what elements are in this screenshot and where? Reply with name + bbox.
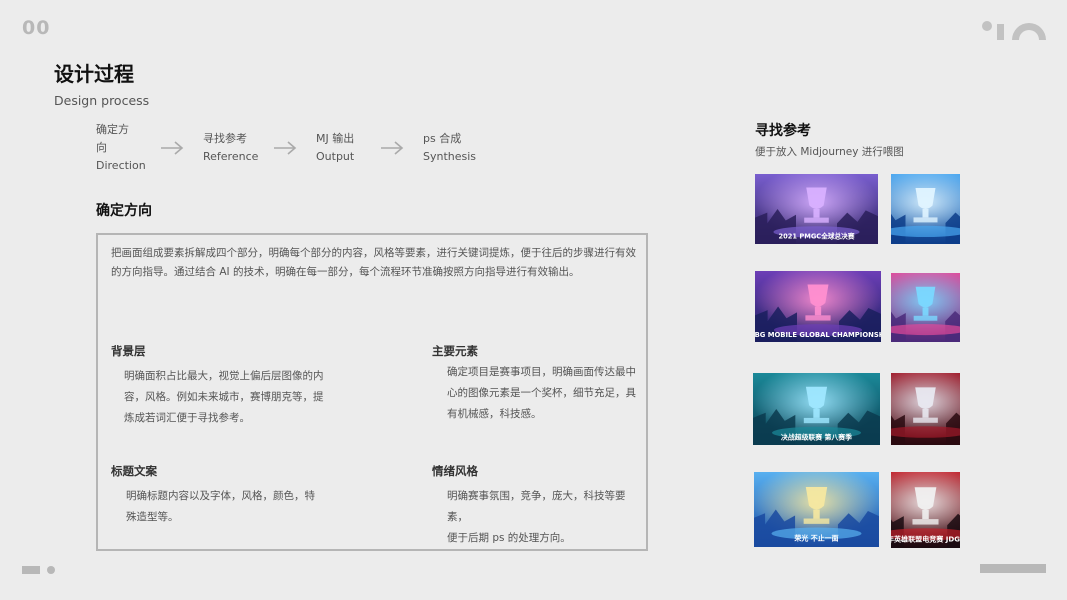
reference-image-1[interactable]: 2021 PMGC全球总决赛 — [755, 174, 878, 244]
reference-caption: 荣光 不止一面 — [793, 534, 838, 543]
reference-artwork: 荣光 不止一面 — [754, 472, 879, 547]
process-steps: 确定方向 Direction 寻找参考 Reference MJ 输出 Outp… — [96, 121, 476, 175]
reference-caption: 决战超级联赛 第八赛季 — [781, 433, 852, 442]
bottom-left-dot — [47, 566, 55, 574]
reference-artwork: 2023年英雄联盟电竞赛 JDG 总冠军 — [891, 472, 960, 548]
item-title-main-element: 主要元素 — [432, 344, 478, 358]
item-title-headline: 标题文案 — [111, 464, 157, 478]
reference-image-8[interactable]: 2023年英雄联盟电竞赛 JDG 总冠军 — [891, 472, 960, 548]
item-title-background: 背景层 — [111, 344, 146, 358]
reference-subtitle: 便于放入 Midjourney 进行喂图 — [755, 146, 904, 158]
reference-image-7[interactable]: 荣光 不止一面 — [754, 472, 879, 547]
reference-artwork — [891, 373, 960, 445]
item-text-mood: 明确赛事氛围，竞争，庞大，科技等要素， 便于后期 ps 的处理方向。 — [447, 490, 626, 544]
item-text-headline: 明确标题内容以及字体，风格，颜色，特 殊造型等。 — [126, 490, 315, 523]
step-output: MJ 输出 Output — [316, 132, 355, 163]
reference-artwork — [891, 273, 960, 342]
reference-image-6[interactable] — [891, 373, 960, 445]
reference-image-3[interactable]: PUBG MOBILE GLOBAL CHAMPIONSHIP — [755, 271, 881, 342]
step-direction: 确定方向 Direction — [96, 123, 146, 172]
bottom-right-decoration — [980, 564, 1046, 573]
reference-image-4[interactable] — [891, 273, 960, 342]
reference-artwork: 决战超级联赛 第八赛季 — [753, 373, 880, 445]
arrow-right-icon — [274, 141, 297, 155]
step-reference: 寻找参考 Reference — [203, 132, 259, 163]
direction-title: 确定方向 — [96, 203, 152, 219]
item-title-mood: 情绪风格 — [432, 464, 478, 478]
reference-artwork: PUBG MOBILE GLOBAL CHAMPIONSHIP — [755, 271, 881, 342]
reference-caption: PUBG MOBILE GLOBAL CHAMPIONSHIP — [755, 331, 881, 339]
page-subtitle: Design process — [54, 93, 150, 108]
reference-image-5[interactable]: 决战超级联赛 第八赛季 — [753, 373, 880, 445]
reference-artwork — [891, 174, 960, 244]
item-text-main-element: 确定项目是赛事项目，明确画面传达最中 心的图像元素是一个奖杯，细节充足，具 有机… — [447, 366, 636, 420]
arrow-right-icon — [161, 141, 184, 155]
item-text-background: 明确面积占比最大，视觉上偏后层图像的内 容，风格。例如未来城市，赛博朋克等，提 … — [124, 370, 324, 424]
bottom-left-decoration — [22, 566, 40, 574]
arrow-right-icon — [381, 141, 404, 155]
step-synthesis: ps 合成 Synthesis — [423, 132, 477, 163]
direction-intro: 把画面组成要素拆解成四个部分，明确每个部分的内容，风格等要素，进行关键词提炼，便… — [111, 247, 636, 278]
reference-caption: 2023年英雄联盟电竞赛 JDG 总冠军 — [891, 534, 960, 543]
reference-artwork: 2021 PMGC全球总决赛 — [755, 174, 878, 244]
reference-caption: 2021 PMGC全球总决赛 — [779, 232, 855, 241]
reference-title: 寻找参考 — [755, 123, 811, 139]
reference-image-2[interactable] — [891, 174, 960, 244]
direction-content-box: 把画面组成要素拆解成四个部分，明确每个部分的内容，风格等要素，进行关键词提炼，便… — [96, 233, 648, 551]
page-number: 00 — [22, 17, 51, 39]
page-title: 设计过程 — [54, 62, 134, 86]
corner-decoration — [982, 21, 1046, 40]
